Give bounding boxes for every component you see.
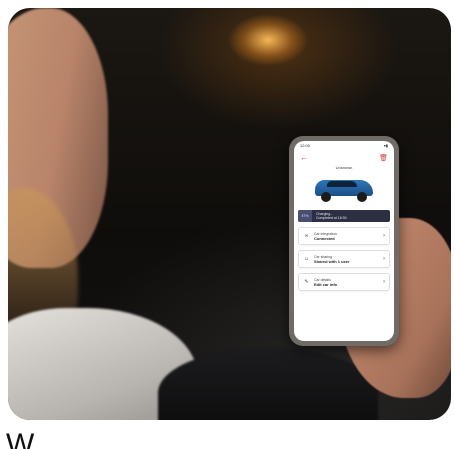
card-text: Car sharing Shared with 1 user [314, 255, 379, 264]
card-value: Connected [314, 235, 335, 241]
car-wheel-rear [357, 192, 367, 202]
car-wheel-front [321, 192, 331, 202]
smartphone: 12:00 ▾▮ ← 🗑 Unknown 47% Charging... Com… [289, 136, 399, 346]
caption-text: W [6, 430, 35, 449]
chevron-right-icon: › [383, 233, 385, 239]
edit-icon: ✎ [304, 279, 309, 285]
card-car-sharing[interactable]: ☺ Car sharing Shared with 1 user › [298, 250, 390, 268]
card-car-integration[interactable]: ∞ Car integration Connected › [298, 227, 390, 245]
card-car-details[interactable]: ✎ Car details Edit car info › [298, 273, 390, 291]
charging-sublabel: Completed at 16:30 [316, 216, 347, 220]
card-value: Edit car info [314, 281, 338, 287]
status-bar: 12:00 ▾▮ [294, 141, 394, 153]
link-icon: ∞ [304, 233, 309, 239]
trash-icon[interactable]: 🗑 [379, 155, 388, 162]
back-arrow-icon[interactable]: ← [300, 154, 308, 162]
chevron-right-icon: › [383, 256, 385, 262]
card-text: Car details Edit car info [314, 278, 379, 287]
users-icon: ☺ [303, 256, 310, 262]
card-text: Car integration Connected [314, 232, 379, 241]
car-image [313, 174, 375, 202]
chevron-right-icon: › [383, 279, 385, 285]
car-window [327, 181, 357, 187]
card-value: Shared with 1 user [314, 258, 350, 264]
app-header: ← 🗑 [294, 153, 394, 163]
hero-photo: 12:00 ▾▮ ← 🗑 Unknown 47% Charging... Com… [8, 8, 451, 420]
charging-status-bar[interactable]: 47% Charging... Completed at 16:30 [298, 210, 390, 222]
status-time: 12:00 [300, 143, 311, 148]
charging-text: Charging... Completed at 16:30 [316, 212, 347, 220]
status-icons: ▾▮ [383, 143, 388, 148]
phone-screen: 12:00 ▾▮ ← 🗑 Unknown 47% Charging... Com… [294, 141, 394, 341]
car-name: Unknown [335, 165, 353, 170]
charging-percent: 47% [298, 210, 312, 222]
